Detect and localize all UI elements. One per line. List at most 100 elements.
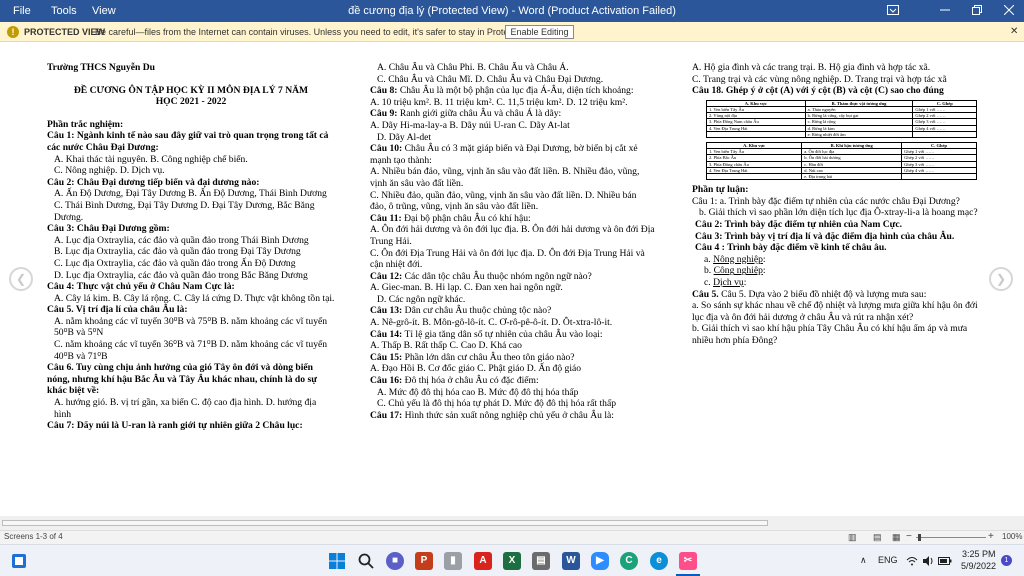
title-bar: File Tools View đề cương địa lý (Protect… (0, 0, 1024, 22)
text-line: Câu 14: Tỉ lệ gia tăng dân số tự nhiên c… (370, 328, 603, 340)
menu-file[interactable]: File (13, 0, 31, 22)
zoom-level[interactable]: 100% (1002, 532, 1022, 541)
zoom-app-icon[interactable]: ▶ (591, 552, 609, 570)
volume-icon[interactable] (922, 554, 934, 572)
document-area[interactable]: ❮ ❯ Trường THCS Nguyễn Du ĐỀ CƯƠNG ÔN TẬ… (0, 42, 1024, 516)
page3-top-lines: A. Hộ gia đình và các trang trại. B. Hộ … (692, 62, 978, 85)
text-line: A. hướng gió. B. vị trí gần, xa biển C. … (54, 397, 317, 420)
close-bar-icon[interactable]: ✕ (1010, 22, 1018, 42)
matching-table-climate: A. Khu vực B. Khí hậu tương ứng C. Ghép … (705, 141, 977, 181)
text-line: Câu 9: Ranh giới giữa châu Âu và châu Á … (370, 108, 562, 120)
excel-icon[interactable]: X (503, 552, 521, 570)
text-line: Câu 1: Ngành kinh tế nào sau đây giữ vai… (47, 130, 329, 153)
essay-question-3: Câu 3: Trình bày vị trí địa lí và đặc đi… (695, 230, 955, 242)
text-line: A. Hộ gia đình và các trang trại. B. Hộ … (692, 62, 931, 73)
list-item: a. Nông nghiệp: (704, 253, 766, 265)
essay-question-4: Câu 4 : Trình bày đặc điểm về kinh tế ch… (695, 242, 887, 254)
essay-question-5b: b. Giải thích vì sao khí hậu phía Tây Ch… (692, 323, 968, 346)
page-3: A. Hộ gia đình và các trang trại. B. Hộ … (692, 62, 978, 512)
text-line: Câu 12: Các dân tộc châu Âu thuộc nhóm n… (370, 270, 592, 282)
horizontal-scrollbar[interactable] (0, 516, 1024, 530)
browser-icon[interactable]: C (620, 552, 638, 570)
chevron-up-icon[interactable]: ∧ (860, 555, 867, 566)
search-icon[interactable] (358, 553, 374, 574)
list-item: b. Công nghiệp: (704, 265, 766, 277)
text-line: Câu 13: Dân cư châu Âu thuộc chủng tộc n… (370, 305, 552, 317)
clock-time[interactable]: 3:25 PM (962, 549, 996, 559)
print-layout-icon[interactable]: ▤ (873, 532, 882, 543)
text-line: A. Dãy Hi-ma-lay-a B. Dãy núi U-ran C. D… (370, 119, 570, 131)
zoom-out-icon[interactable]: − (906, 531, 912, 542)
ribbon-display-icon[interactable] (878, 0, 908, 22)
table-cell (706, 130, 806, 139)
snipping-tool-icon[interactable]: ✂ (679, 552, 697, 570)
zoom-in-icon[interactable]: + (988, 531, 994, 542)
text-line: A. 10 triệu km². B. 11 triệu km². C. 11,… (370, 96, 628, 108)
page-1: Trường THCS Nguyễn Du ĐỀ CƯƠNG ÔN TẬP HỌ… (47, 62, 335, 512)
page1-lines: Câu 1: Ngành kinh tế nào sau đây giữ vai… (47, 130, 335, 431)
previous-screen-icon[interactable]: ❮ (9, 267, 33, 291)
notification-badge[interactable]: 1 (1001, 555, 1012, 566)
acrobat-icon[interactable]: A (474, 552, 492, 570)
app-icon[interactable]: ▤ (532, 552, 550, 570)
language-indicator[interactable]: ENG (878, 555, 898, 565)
text-line: A. Ấn Độ Dương, Đại Tây Dương B. Ấn Độ D… (54, 188, 327, 200)
window-title: đề cương địa lý (Protected View) - Word … (348, 5, 676, 17)
section-essay: Phần tự luận: (692, 184, 749, 196)
powerpoint-icon[interactable]: P (415, 552, 433, 570)
battery-icon[interactable] (938, 554, 952, 572)
next-screen-icon[interactable]: ❯ (989, 267, 1013, 291)
file-explorer-icon[interactable]: ▮ (444, 552, 462, 570)
zoom-slider-thumb[interactable] (918, 534, 921, 541)
close-icon[interactable] (994, 0, 1024, 22)
text-line: A. Châu Âu và Châu Phi. B. Châu Âu và Ch… (377, 62, 569, 73)
text-line: Câu 6. Tuy cùng chịu ảnh hưởng của gió T… (47, 362, 317, 397)
list-item-label: Nông nghiệp (713, 253, 763, 265)
school-name: Trường THCS Nguyễn Du (47, 62, 156, 73)
section-multiple-choice: Phần trắc nghiệm: (47, 118, 124, 130)
minimize-icon[interactable] (930, 0, 960, 22)
text-line: A. Đạo Hồi B. Cơ đốc giáo C. Phật giáo D… (370, 363, 582, 375)
text-line: D. Dãy Al-det (377, 131, 432, 143)
question-number: Câu 10: (370, 143, 403, 155)
scrollbar-thumb[interactable] (2, 520, 768, 526)
doc-title-line1: ĐỀ CƯƠNG ÔN TẬP HỌC KỲ II MÔN ĐỊA LÝ 7 N… (73, 84, 309, 96)
clock-date[interactable]: 5/9/2022 (961, 561, 996, 571)
word-icon[interactable]: W (562, 552, 580, 570)
menu-tools[interactable]: Tools (51, 0, 77, 22)
widgets-icon[interactable] (11, 553, 27, 574)
text-line: A. Khai thác tài nguyên. B. Công nghiệp … (54, 153, 248, 165)
text-line: Câu 5. Vị trí địa lí của châu Âu là: (47, 304, 188, 316)
zoom-slider[interactable] (916, 537, 986, 538)
web-layout-icon[interactable]: ▦ (892, 532, 901, 543)
table-cell (705, 172, 803, 181)
chat-icon[interactable]: ■ (386, 552, 404, 570)
text-line: D. Các ngôn ngữ khác. (377, 293, 466, 305)
question-number: Câu 15: (370, 351, 403, 363)
wifi-icon[interactable] (906, 554, 918, 572)
question-number: Câu 16: (370, 375, 403, 387)
start-icon[interactable] (329, 553, 345, 574)
table-cell: e. Rừng nhiệt đới ẩm (804, 130, 914, 139)
table-row: e. Rừng nhiệt đới ẩm (706, 130, 977, 139)
text-line: C. Trang trại và các vùng nông nghiệp. D… (692, 73, 947, 85)
read-mode-icon[interactable]: ▥ (848, 532, 857, 543)
question-number: Câu 13: (370, 305, 403, 317)
text-line: Câu 11: Đại bộ phận châu Âu có khí hậu: (370, 212, 531, 224)
essay-question-5-text: Câu 5. Dựa vào 2 biểu đồ nhiệt độ và lượ… (721, 288, 927, 300)
text-line: C. Nông nghiệp. D. Dịch vụ. (54, 165, 165, 177)
restore-icon[interactable] (962, 0, 992, 22)
text-line: D. Lục địa Oxtraylia, các đảo và quần đả… (54, 269, 308, 281)
text-line: A. Mức độ đô thị hóa cao B. Mức độ đô th… (377, 386, 579, 398)
essay-question-5: Câu 5. Câu 5. Dựa vào 2 biểu đồ nhiệt độ… (692, 288, 927, 300)
text-line: Câu 4: Thực vật chủ yếu ở Châu Nam Cực l… (47, 281, 235, 293)
list-item-label: Dịch vụ (713, 276, 744, 288)
text-line: Câu 10: Châu Âu có 3 mặt giáp biển và Đạ… (370, 143, 638, 166)
edge-icon[interactable]: e (650, 552, 668, 570)
status-bar: Screens 1-3 of 4 ▥ ▤ ▦ − + 100% (0, 530, 1024, 544)
table-header-row: A. Khu vực B. Khí hậu tương ứng C. Ghép (705, 141, 977, 150)
text-line: Câu 2: Châu Đại dương tiếp biển và đại d… (47, 176, 260, 188)
enable-editing-button[interactable]: Enable Editing (505, 25, 574, 39)
menu-view[interactable]: View (92, 0, 116, 22)
shield-icon: ! (7, 26, 19, 38)
